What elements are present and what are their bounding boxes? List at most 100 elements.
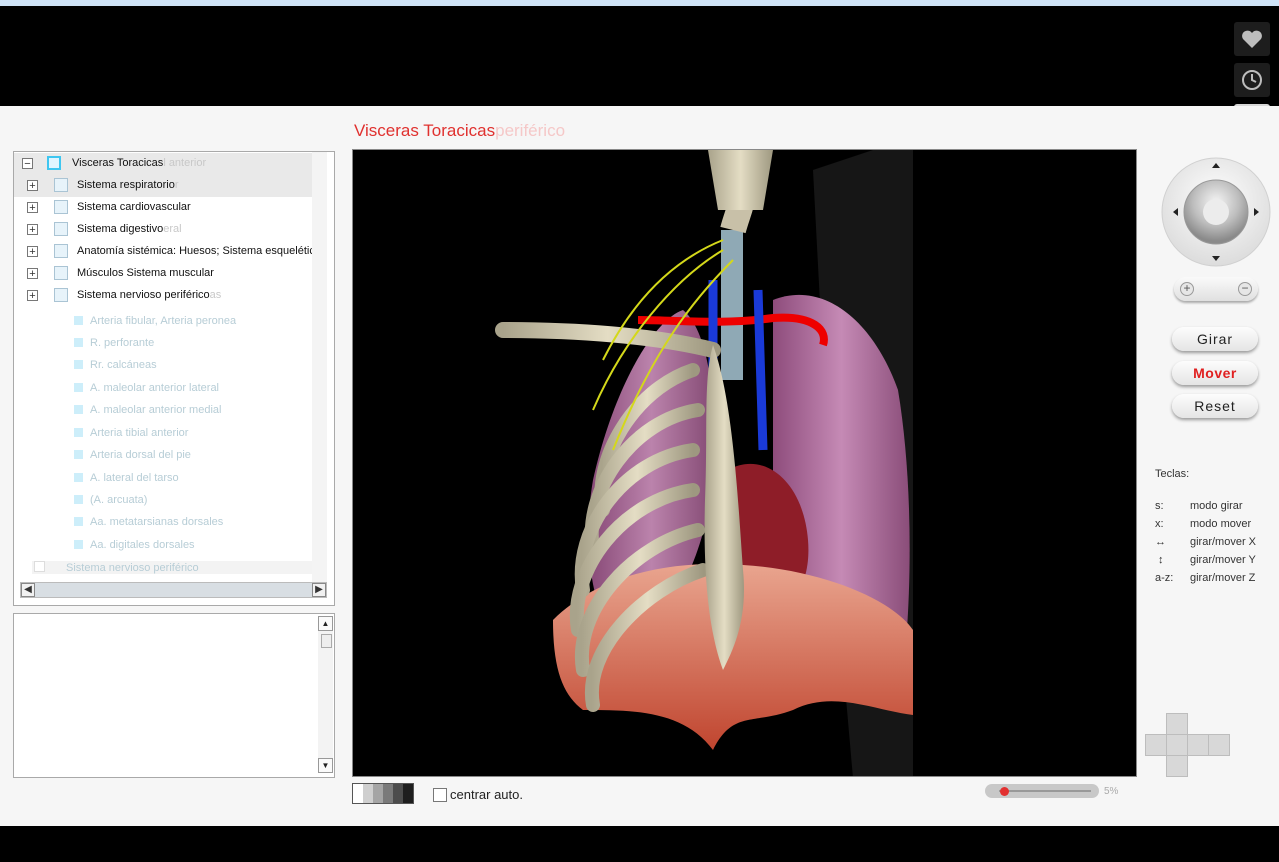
info-text-panel[interactable]: ▲ ▼ (13, 613, 335, 778)
ghost-list-item: Arteria dorsal del pie (74, 449, 191, 461)
swatch[interactable] (403, 784, 413, 803)
structure-tree-panel: − Visceras Toracicasl anterior + Sistema… (13, 151, 335, 606)
scroll-thumb[interactable] (321, 634, 332, 648)
tree-checkbox[interactable] (54, 222, 68, 236)
ghost-list-item: R. perforante (74, 337, 154, 349)
collapse-icon[interactable]: − (22, 158, 33, 170)
keyboard-shortcuts: Teclas: s: modo girar x: modo mover ↔ girar… (1155, 468, 1257, 590)
swatch[interactable] (353, 784, 363, 803)
scroll-right-icon[interactable]: ▶ (312, 583, 326, 597)
key-row: x: modo mover (1155, 518, 1252, 530)
rotate-button[interactable]: Girar (1172, 327, 1258, 351)
view-bottom[interactable] (1166, 755, 1188, 777)
vertical-arrows-icon: ↕ (1158, 554, 1164, 566)
bottom-black-bar (0, 826, 1279, 862)
page-title: Visceras Toracicasperiférico (354, 121, 565, 141)
expand-icon[interactable]: + (27, 202, 38, 214)
favorite-button[interactable] (1234, 22, 1270, 56)
navigation-wheel[interactable] (1160, 156, 1272, 268)
tree-item-respiratorio[interactable]: + Sistema respiratorior (14, 175, 327, 197)
key-row: s: modo girar (1155, 500, 1243, 512)
scroll-left-icon[interactable]: ◀ (21, 583, 35, 597)
reset-button[interactable]: Reset (1172, 394, 1258, 418)
view-back[interactable] (1208, 734, 1230, 756)
ghost-list-item: Arteria tibial anterior (74, 427, 188, 439)
tree-item-label: Sistema digestivoeral (77, 223, 182, 235)
swatch[interactable] (383, 784, 393, 803)
tree-checkbox[interactable] (54, 200, 68, 214)
key-row: a-z: girar/mover Z (1155, 572, 1256, 584)
view-front[interactable] (1166, 734, 1188, 756)
zoom-in-icon[interactable]: + (1180, 282, 1194, 296)
expand-icon[interactable]: + (27, 290, 38, 302)
tree-item-cardiovascular[interactable]: + Sistema cardiovascular (14, 197, 327, 219)
ghost-list-item: Rr. calcáneas (74, 359, 157, 371)
expand-icon[interactable]: + (27, 224, 38, 236)
tree-item-label: Sistema nervioso periféricoas (77, 289, 222, 301)
view-right[interactable] (1187, 734, 1209, 756)
slider-knob[interactable] (1000, 787, 1009, 796)
expand-icon[interactable]: + (27, 246, 38, 258)
tree-checkbox[interactable] (54, 288, 68, 302)
expand-icon[interactable]: + (27, 180, 38, 192)
tree-checkbox[interactable] (54, 178, 68, 192)
tree-item-label: Sistema cardiovascular (77, 201, 191, 213)
tree-item-label: Sistema respiratorior (77, 179, 179, 191)
top-black-bar (0, 6, 1279, 138)
view-cube-cross[interactable] (1145, 713, 1231, 779)
ghost-list-item: (A. arcuata) (74, 494, 147, 506)
scroll-up-icon[interactable]: ▲ (318, 616, 333, 631)
key-row: ↕ girar/mover Y (1158, 554, 1256, 566)
ghost-list-item: A. maleolar anterior lateral (74, 382, 219, 394)
tree-item-nervioso[interactable]: + Sistema nervioso periféricoas (14, 285, 327, 307)
tree-checkbox[interactable] (54, 266, 68, 280)
tree-root-label: Visceras Toracicasl anterior (72, 157, 207, 169)
view-top[interactable] (1166, 713, 1188, 735)
3d-viewer[interactable] (352, 149, 1137, 777)
tree-checkbox[interactable] (47, 156, 61, 170)
tree-item-esqueletico[interactable]: + Anatomía sistémica: Huesos; Sistema es… (14, 241, 327, 263)
history-button[interactable] (1234, 63, 1270, 97)
thorax-model[interactable] (353, 150, 1137, 777)
move-button[interactable]: Mover (1172, 361, 1258, 385)
heart-icon (1242, 30, 1262, 48)
zoom-out-icon[interactable]: − (1238, 282, 1252, 296)
swatch[interactable] (363, 784, 373, 803)
app-main-area: Visceras Toracicasperiférico − Visceras … (0, 106, 1279, 826)
zoom-control: + − (1174, 277, 1258, 301)
center-auto-option[interactable]: centrar auto. (433, 787, 523, 802)
expand-icon[interactable]: + (27, 268, 38, 280)
keys-heading: Teclas: (1155, 468, 1190, 480)
ghost-list-item: Aa. digitales dorsales (74, 539, 195, 551)
slider-value: 5% (1104, 786, 1119, 797)
slider-track (999, 790, 1091, 792)
tree-horizontal-scrollbar[interactable]: ◀ ▶ (20, 582, 327, 598)
tree-item-label: Anatomía sistémica: Huesos; Sistema esqu… (77, 245, 321, 257)
swatch[interactable] (373, 784, 383, 803)
view-left[interactable] (1145, 734, 1167, 756)
title-main: Visceras Toracicas (354, 121, 496, 140)
tree-item-digestivo[interactable]: + Sistema digestivoeral (14, 219, 327, 241)
scroll-down-icon[interactable]: ▼ (318, 758, 333, 773)
ghost-list-item: A. maleolar anterior medial (74, 404, 221, 416)
opacity-slider[interactable] (985, 784, 1099, 798)
key-row: ↔ girar/mover X (1155, 536, 1257, 548)
tree-row-root[interactable]: − Visceras Toracicasl anterior (14, 153, 327, 175)
title-ghost-text: periférico (495, 121, 566, 140)
ghost-list-item-bottom: Sistema nervioso periférico (32, 561, 312, 574)
horizontal-arrows-icon: ↔ (1155, 536, 1166, 548)
ghost-list-item: A. lateral del tarso (74, 472, 179, 484)
center-auto-label: centrar auto. (450, 787, 523, 802)
tree-item-muscular[interactable]: + Músculos Sistema muscular (14, 263, 327, 285)
tree-vertical-scrollbar[interactable] (312, 152, 327, 582)
center-auto-checkbox[interactable] (433, 787, 447, 802)
info-vertical-scrollbar[interactable]: ▲ ▼ (318, 616, 333, 773)
nav-wheel-graphic[interactable] (1160, 156, 1272, 268)
ghost-list-item: Arteria fibular, Arteria peronea (74, 315, 236, 327)
tree-item-label: Músculos Sistema muscular (77, 267, 214, 279)
clock-icon (1242, 70, 1262, 90)
background-color-swatches[interactable] (352, 783, 414, 804)
swatch[interactable] (393, 784, 403, 803)
ghost-list-item: Aa. metatarsianas dorsales (74, 516, 223, 528)
tree-checkbox[interactable] (54, 244, 68, 258)
